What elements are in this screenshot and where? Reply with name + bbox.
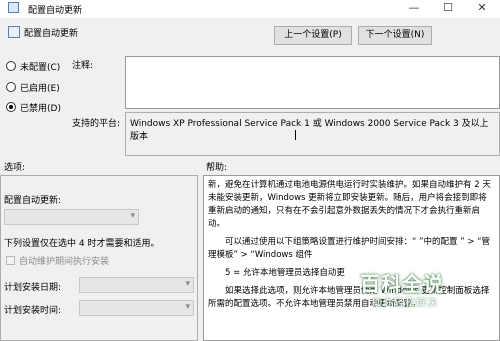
platform-label: 支持的平台: bbox=[72, 119, 121, 129]
text-cursor-icon bbox=[295, 130, 298, 140]
help-section-label: 帮助: bbox=[206, 163, 228, 173]
schedule-time-label: 计划安装时间: bbox=[4, 306, 62, 316]
maintenance-label: 自动维护期间执行安装 bbox=[19, 257, 110, 267]
setting-title: 配置自动更新 bbox=[24, 29, 79, 39]
next-setting-button[interactable]: 下一个设置(N) bbox=[358, 26, 432, 45]
radio-enabled[interactable]: 已启用(E) bbox=[6, 80, 60, 94]
radio-label: 已启用(E) bbox=[20, 83, 60, 94]
maintenance-checkbox[interactable] bbox=[6, 256, 15, 265]
radio-label: 已禁用(D) bbox=[20, 103, 61, 114]
minimize-button[interactable]: — bbox=[400, 0, 428, 18]
radio-circle[interactable] bbox=[6, 82, 16, 92]
window-title: 配置自动更新 bbox=[28, 6, 83, 16]
policy-icon bbox=[8, 2, 19, 13]
schedule-day-dropdown[interactable] bbox=[79, 277, 194, 293]
previous-setting-button[interactable]: 上一个设置(P) bbox=[274, 26, 352, 45]
options-note: 下列设置仅在选中 4 时才需要和适用。 bbox=[4, 239, 160, 249]
radio-circle-selected[interactable] bbox=[6, 102, 16, 112]
schedule-day-label: 计划安装日期: bbox=[4, 283, 62, 293]
maximize-button[interactable]: ☐ bbox=[434, 0, 462, 18]
configure-label: 配置自动更新: bbox=[4, 196, 62, 206]
help-paragraph: 新，避免在计算机通过电池电源供电运行时实装维护。如果自动维护有 2 天未能安装更… bbox=[208, 180, 491, 229]
setting-icon bbox=[8, 26, 20, 38]
options-panel: 配置自动更新: 下列设置仅在选中 4 时才需要和适用。 自动维护期间执行安装 计… bbox=[0, 175, 198, 341]
help-paragraph: 可以通过使用以下组策略设置进行维护时间安排：“ ”中的配置 ” > “管理模板”… bbox=[208, 237, 491, 260]
radio-not-configured[interactable]: 未配置(C) bbox=[6, 59, 60, 73]
close-button[interactable]: ✕ bbox=[468, 0, 496, 18]
watermark-main: 百科全说 bbox=[360, 272, 444, 296]
help-text-panel: 新，避免在计算机通过电池电源供电运行时实装维护。如果自动维护有 2 天未能安装更… bbox=[203, 175, 500, 341]
schedule-time-dropdown[interactable] bbox=[79, 300, 194, 316]
watermark: 百科全说 助你轻松解决 bbox=[360, 268, 470, 314]
watermark-sub: 助你轻松解决 bbox=[372, 298, 438, 309]
platform-text: Windows XP Professional Service Pack 1 或… bbox=[125, 112, 500, 156]
maintenance-checkbox-row[interactable]: 自动维护期间执行安装 bbox=[6, 254, 109, 267]
configure-dropdown[interactable] bbox=[4, 209, 139, 225]
radio-circle[interactable] bbox=[6, 61, 16, 71]
radio-label: 未配置(C) bbox=[20, 62, 61, 73]
options-section-label: 选项: bbox=[4, 163, 26, 173]
comment-label: 注释: bbox=[72, 61, 94, 71]
radio-disabled[interactable]: 已禁用(D) bbox=[6, 100, 61, 114]
title-bar: 配置自动更新 — ☐ ✕ bbox=[0, 0, 500, 18]
comment-input[interactable] bbox=[125, 56, 500, 109]
